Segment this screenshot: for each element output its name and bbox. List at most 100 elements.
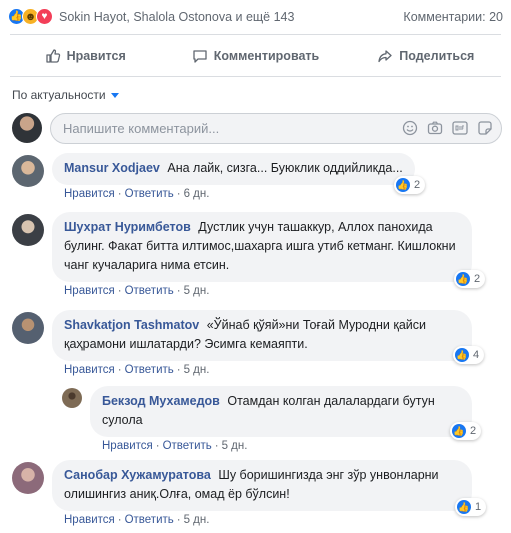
comment-item: Mansur Xodjaev Ана лайк, сизга... Буюкли… <box>12 153 426 200</box>
like-icon: 👍 <box>396 178 410 192</box>
like-button[interactable]: Нравится <box>0 40 170 72</box>
separator: · <box>117 364 122 376</box>
avatar[interactable] <box>12 155 44 187</box>
share-label: Поделиться <box>399 49 475 63</box>
separator: · <box>117 285 122 297</box>
divider <box>10 34 501 35</box>
avatar[interactable] <box>12 312 44 344</box>
reaction-summary: 👍 ☻ ♥ Sokin Hayot, Shalola Ostonova и ещ… <box>0 0 511 33</box>
comment-author[interactable]: Шухрат Нуримбетов <box>64 220 191 234</box>
comment-item: Санобар Хужамуратова Шу боришингизда энг… <box>12 460 487 526</box>
comment-reply-link[interactable]: Ответить <box>125 364 174 376</box>
sticker-icon[interactable] <box>477 120 493 136</box>
like-count: 1 <box>475 501 482 513</box>
sort-dropdown[interactable]: По актуальности <box>12 88 119 102</box>
comment-item: Шухрат Нуримбетов Дустлик учун ташаккур,… <box>12 212 486 297</box>
avatar[interactable] <box>12 214 44 246</box>
separator: · <box>155 440 160 452</box>
sort-label: По актуальности <box>12 88 106 102</box>
share-icon <box>378 50 392 63</box>
separator: · <box>176 285 181 297</box>
comment-bubble: Санобар Хужамуратова Шу боришингизда энг… <box>52 460 472 511</box>
avatar <box>12 113 42 143</box>
like-icon: 👍 <box>456 272 470 286</box>
comment-meta: Нравится · Ответить · 5 дн. <box>52 285 472 297</box>
comment-like-link[interactable]: Нравится <box>64 188 115 200</box>
comment-meta: Нравится · Ответить · 5 дн. <box>52 514 472 526</box>
like-count: 2 <box>474 273 481 285</box>
comment-reaction-count[interactable]: 👍 2 <box>454 270 486 288</box>
reaction-icons[interactable]: 👍 ☻ ♥ <box>8 8 53 25</box>
comment-label: Комментировать <box>213 49 320 63</box>
like-count: 2 <box>414 179 421 191</box>
composer-tools <box>402 120 493 136</box>
like-count: 4 <box>473 349 480 361</box>
separator: · <box>117 514 122 526</box>
comment-meta: Нравится · Ответить · 5 дн. <box>52 364 472 376</box>
comment-icon <box>193 50 207 63</box>
avatar[interactable] <box>62 388 82 408</box>
like-count: 2 <box>470 425 477 437</box>
comment-input[interactable]: Напишите комментарий... <box>50 112 502 144</box>
divider <box>10 76 501 77</box>
comment-time[interactable]: 5 дн. <box>184 364 210 376</box>
comment-like-link[interactable]: Нравится <box>64 514 115 526</box>
comment-time[interactable]: 5 дн. <box>184 514 210 526</box>
comment-composer: Напишите комментарий... <box>12 112 502 144</box>
emoji-icon[interactable] <box>402 120 418 136</box>
comment-body: Бекзод Мухамедов Отамдан колган далалард… <box>90 386 482 452</box>
comment-text: Ана лайк, сизга... Буюклик оддийликда... <box>167 161 403 175</box>
gif-icon[interactable] <box>452 120 468 136</box>
comment-author[interactable]: Mansur Xodjaev <box>64 161 160 175</box>
like-icon: 👍 <box>452 424 466 438</box>
comment-bubble: Шухрат Нуримбетов Дустлик учун ташаккур,… <box>52 212 472 282</box>
comment-body: Санобар Хужамуратова Шу боришингизда энг… <box>52 460 487 526</box>
comment-time[interactable]: 5 дн. <box>222 440 248 452</box>
separator: · <box>176 188 181 200</box>
comment-meta: Нравится · Ответить · 6 дн. <box>52 188 415 200</box>
comment-reply-link[interactable]: Ответить <box>125 285 174 297</box>
separator: · <box>176 364 181 376</box>
comment-author[interactable]: Shavkatjon Tashmatov <box>64 318 199 332</box>
comment-reply-link[interactable]: Ответить <box>125 514 174 526</box>
comment-author[interactable]: Бекзод Мухамедов <box>102 394 220 408</box>
comment-reaction-count[interactable]: 👍 4 <box>453 346 485 364</box>
comment-body: Mansur Xodjaev Ана лайк, сизга... Буюкли… <box>52 153 426 200</box>
comment-body: Shavkatjon Tashmatov «Ўйнаб қўяй»ни Тоға… <box>52 310 485 376</box>
like-icon: 👍 <box>455 348 469 362</box>
comment-reaction-count[interactable]: 👍 2 <box>450 422 482 440</box>
action-bar: Нравится Комментировать Поделиться <box>0 40 511 72</box>
share-button[interactable]: Поделиться <box>341 40 511 72</box>
like-icon: 👍 <box>457 500 471 514</box>
like-label: Нравится <box>66 49 126 63</box>
comment-item: Shavkatjon Tashmatov «Ўйнаб қўяй»ни Тоға… <box>12 310 485 376</box>
comment-reaction-count[interactable]: 👍 2 <box>394 176 426 194</box>
comment-body: Шухрат Нуримбетов Дустлик учун ташаккур,… <box>52 212 486 297</box>
comment-like-link[interactable]: Нравится <box>64 285 115 297</box>
comment-reply-link[interactable]: Ответить <box>163 440 212 452</box>
comment-author[interactable]: Санобар Хужамуратова <box>64 468 211 482</box>
comment-bubble: Mansur Xodjaev Ана лайк, сизга... Буюкли… <box>52 153 415 185</box>
comment-count[interactable]: Комментарии: 20 <box>403 10 503 24</box>
comment-time[interactable]: 6 дн. <box>184 188 210 200</box>
avatar[interactable] <box>12 462 44 494</box>
chevron-down-icon <box>110 92 119 98</box>
comment-time[interactable]: 5 дн. <box>184 285 210 297</box>
comment-reply-link[interactable]: Ответить <box>125 188 174 200</box>
reply-item: Бекзод Мухамедов Отамдан колган далалард… <box>62 386 482 452</box>
comment-button[interactable]: Комментировать <box>170 40 340 72</box>
comment-bubble: Бекзод Мухамедов Отамдан колган далалард… <box>90 386 472 437</box>
camera-icon[interactable] <box>427 120 443 136</box>
comment-reaction-count[interactable]: 👍 1 <box>455 498 487 516</box>
reactors-text[interactable]: Sokin Hayot, Shalola Ostonova и ещё 143 <box>59 10 294 24</box>
comment-meta: Нравится · Ответить · 5 дн. <box>90 440 472 452</box>
comment-like-link[interactable]: Нравится <box>102 440 153 452</box>
separator: · <box>117 188 122 200</box>
comment-like-link[interactable]: Нравится <box>64 364 115 376</box>
love-icon: ♥ <box>36 8 53 25</box>
comment-placeholder: Напишите комментарий... <box>63 120 220 136</box>
separator: · <box>214 440 219 452</box>
thumbs-up-icon <box>45 49 60 63</box>
separator: · <box>176 514 181 526</box>
comment-bubble: Shavkatjon Tashmatov «Ўйнаб қўяй»ни Тоға… <box>52 310 472 361</box>
